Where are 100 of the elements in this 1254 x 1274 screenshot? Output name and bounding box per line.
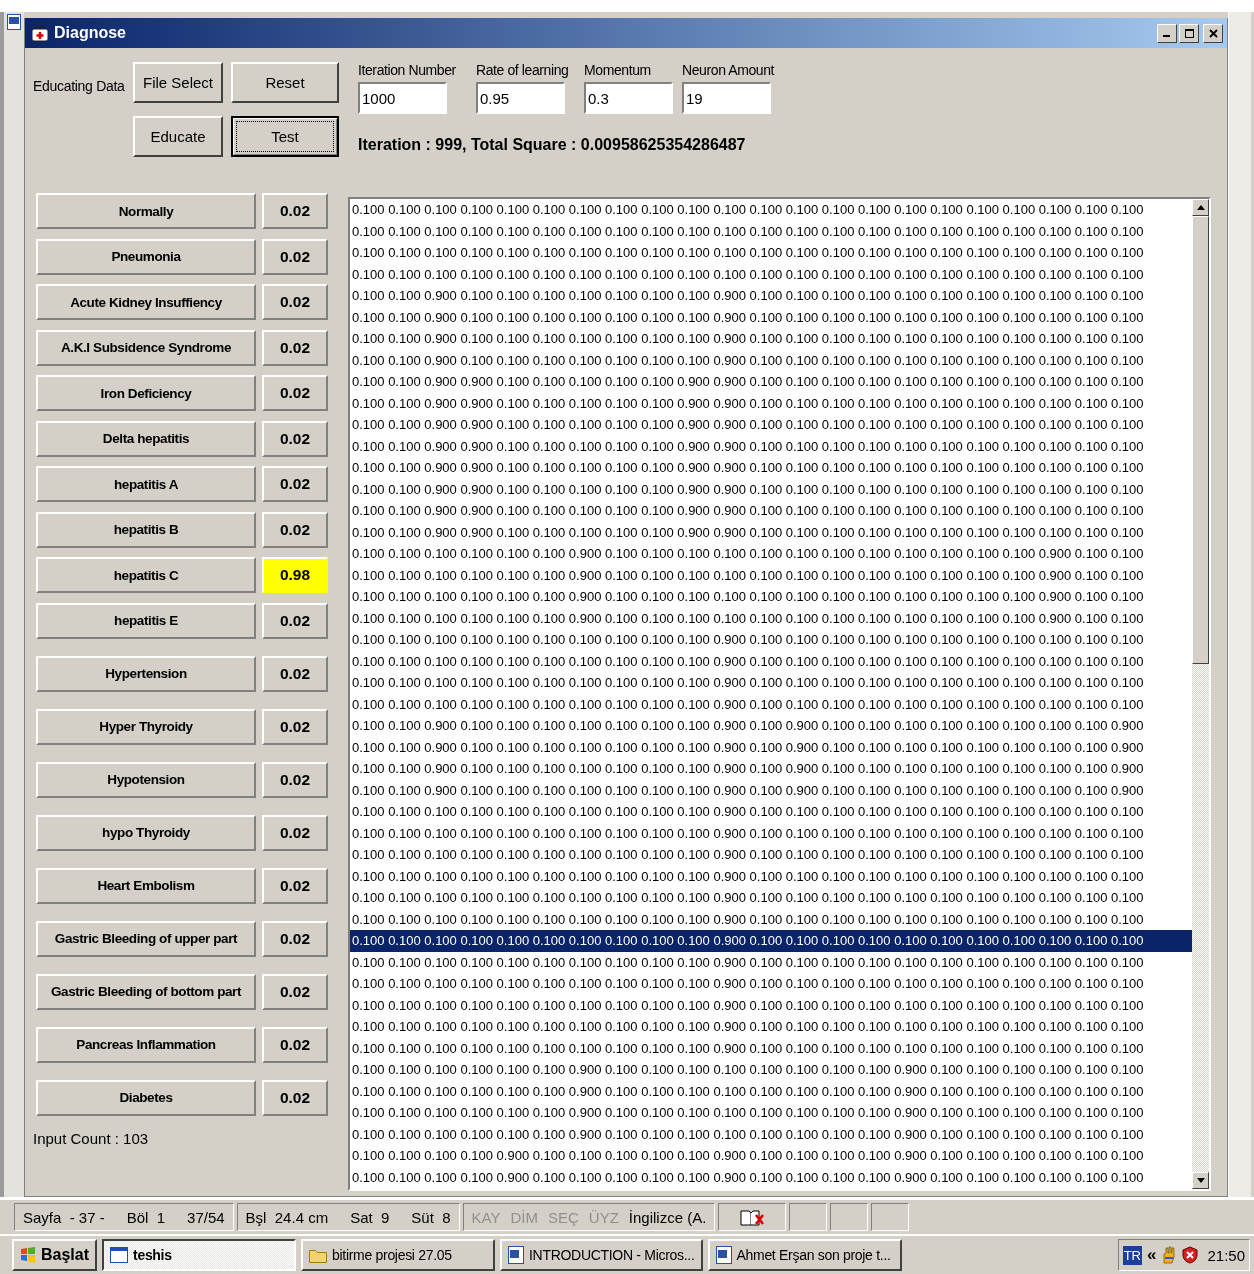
list-row[interactable]: 0.100 0.100 0.900 0.900 0.100 0.100 0.100 0.100 0.100 0.900 0.900 0.100 0.100 0.100 0.100 0.100 0.100 0.100 0.100 0.100 0.100 0.100 <box>350 435 1192 457</box>
list-row[interactable]: 0.100 0.100 0.100 0.100 0.100 0.100 0.100 0.100 0.100 0.100 0.900 0.100 0.100 0.100 0.100 0.100 0.100 0.100 0.100 0.100 0.100 0.100 <box>350 973 1192 995</box>
status-text: KAY <box>471 1208 501 1226</box>
diagnosis-button[interactable]: hypo Thyroidy <box>36 814 256 851</box>
list-row[interactable]: 0.100 0.100 0.900 0.900 0.100 0.100 0.100 0.100 0.100 0.900 0.900 0.100 0.100 0.100 0.100 0.100 0.100 0.100 0.100 0.100 0.100 0.100 <box>350 414 1192 436</box>
language-indicator[interactable]: TR <box>1122 1245 1142 1265</box>
input-field[interactable]: 0.95 <box>476 82 565 114</box>
list-row[interactable]: 0.100 0.100 0.100 0.100 0.100 0.100 0.100 0.100 0.100 0.100 0.100 0.100 0.100 0.100 0.100 0.100 0.100 0.100 0.100 0.100 0.100 0.100 <box>350 220 1192 242</box>
list-row[interactable]: 0.100 0.100 0.100 0.100 0.100 0.100 0.100 0.100 0.100 0.100 0.900 0.100 0.100 0.100 0.100 0.100 0.100 0.100 0.100 0.100 0.100 0.100 <box>350 951 1192 973</box>
list-row[interactable]: 0.100 0.100 0.100 0.100 0.100 0.100 0.900 0.100 0.100 0.100 0.100 0.100 0.100 0.100 0.100 0.100 0.100 0.100 0.100 0.900 0.100 0.100 <box>350 607 1192 629</box>
list-row[interactable]: 0.100 0.100 0.100 0.100 0.100 0.100 0.100 0.100 0.100 0.100 0.100 0.100 0.100 0.100 0.100 0.100 0.100 0.100 0.100 0.100 0.100 0.100 <box>350 242 1192 264</box>
medical-bag-icon <box>31 24 49 42</box>
input-field[interactable]: 0.3 <box>584 82 673 114</box>
list-row[interactable]: 0.100 0.100 0.100 0.100 0.100 0.100 0.100 0.100 0.100 0.100 0.900 0.100 0.100 0.100 0.100 0.100 0.100 0.100 0.100 0.100 0.100 0.100 <box>350 650 1192 672</box>
diagnosis-button[interactable]: Heart Embolism <box>36 867 256 904</box>
list-row[interactable]: 0.100 0.100 0.100 0.100 0.100 0.100 0.100 0.100 0.100 0.100 0.900 0.100 0.100 0.100 0.100 0.100 0.100 0.100 0.100 0.100 0.100 0.100 <box>350 994 1192 1016</box>
list-row[interactable]: 0.100 0.100 0.100 0.100 0.100 0.100 0.100 0.100 0.100 0.100 0.900 0.100 0.100 0.100 0.100 0.100 0.100 0.100 0.100 0.100 0.100 0.100 <box>350 822 1192 844</box>
input-field[interactable]: 19 <box>682 82 771 114</box>
minimize-button[interactable] <box>1157 23 1177 43</box>
list-row[interactable]: 0.100 0.100 0.100 0.100 0.100 0.100 0.900 0.100 0.100 0.100 0.100 0.100 0.100 0.100 0.100 0.900 0.100 0.100 0.100 0.100 0.100 0.100 <box>350 1102 1192 1124</box>
list-row[interactable]: 0.100 0.100 0.900 0.100 0.100 0.100 0.100 0.100 0.100 0.100 0.900 0.100 0.900 0.100 0.100 0.100 0.100 0.100 0.100 0.100 0.100 0.900 <box>350 758 1192 780</box>
list-row[interactable]: 0.100 0.100 0.100 0.100 0.100 0.100 0.100 0.100 0.100 0.100 0.100 0.100 0.100 0.100 0.100 0.100 0.100 0.100 0.100 0.100 0.100 0.100 <box>350 263 1192 285</box>
list-row[interactable]: 0.100 0.100 0.900 0.900 0.100 0.100 0.100 0.100 0.100 0.900 0.900 0.100 0.100 0.100 0.100 0.100 0.100 0.100 0.100 0.100 0.100 0.100 <box>350 392 1192 414</box>
list-row[interactable]: 0.100 0.100 0.100 0.100 0.900 0.100 0.100 0.100 0.100 0.100 0.900 0.100 0.100 0.100 0.100 0.900 0.100 0.100 0.100 0.100 0.100 0.100 <box>350 1166 1192 1188</box>
list-row[interactable]: 0.100 0.100 0.900 0.100 0.100 0.100 0.100 0.100 0.100 0.100 0.900 0.100 0.100 0.100 0.100 0.100 0.100 0.100 0.100 0.100 0.100 0.100 <box>350 328 1192 350</box>
list-row[interactable]: 0.100 0.100 0.100 0.100 0.100 0.100 0.900 0.100 0.100 0.100 0.100 0.100 0.100 0.100 0.100 0.100 0.100 0.100 0.100 0.900 0.100 0.100 <box>350 586 1192 608</box>
status-text: Sat 9 <box>350 1208 390 1226</box>
probability-value: 0.02 <box>262 238 328 275</box>
diagnosis-button[interactable]: A.K.I Subsidence Syndrome <box>36 329 256 366</box>
action-button[interactable]: Educate <box>133 116 223 157</box>
list-row[interactable]: 0.100 0.100 0.900 0.100 0.100 0.100 0.100 0.100 0.100 0.100 0.900 0.100 0.900 0.100 0.100 0.100 0.100 0.100 0.100 0.100 0.100 0.900 <box>350 736 1192 758</box>
diagnosis-button[interactable]: Gastric Bleeding of upper part <box>36 920 256 957</box>
hand-icon[interactable] <box>1161 1246 1178 1264</box>
diagnosis-button[interactable]: Hypertension <box>36 655 256 692</box>
taskbar-button[interactable]: teshis <box>102 1239 297 1271</box>
action-button[interactable]: File Select <box>133 62 223 103</box>
status-text: DİM <box>510 1208 538 1226</box>
diagnosis-button[interactable]: Normally <box>36 193 256 229</box>
list-row[interactable]: 0.100 0.100 0.900 0.100 0.100 0.100 0.100 0.100 0.100 0.100 0.900 0.100 0.900 0.100 0.100 0.100 0.100 0.100 0.100 0.100 0.100 0.900 <box>350 715 1192 737</box>
diagnosis-button[interactable]: Diabetes <box>36 1079 256 1116</box>
start-button[interactable]: Başlat <box>12 1239 98 1271</box>
expand-tray-button[interactable]: « <box>1147 1245 1157 1265</box>
list-row[interactable]: 0.100 0.100 0.100 0.100 0.100 0.100 0.100 0.100 0.100 0.100 0.900 0.100 0.100 0.100 0.100 0.100 0.100 0.100 0.100 0.100 0.100 0.100 <box>350 801 1192 823</box>
list-row[interactable]: 0.100 0.100 0.100 0.100 0.100 0.100 0.100 0.100 0.100 0.100 0.900 0.100 0.100 0.100 0.100 0.100 0.100 0.100 0.100 0.100 0.100 0.100 <box>350 672 1192 694</box>
diagnosis-button[interactable]: Hypotension <box>36 761 256 798</box>
list-row[interactable]: 0.100 0.100 0.100 0.100 0.100 0.100 0.100 0.100 0.100 0.100 0.900 0.100 0.100 0.100 0.100 0.100 0.100 0.100 0.100 0.100 0.100 0.100 <box>350 1016 1192 1038</box>
taskbar-button[interactable]: bitirme projesi 27.05 <box>301 1239 496 1271</box>
list-row[interactable]: 0.100 0.100 0.900 0.900 0.100 0.100 0.100 0.100 0.100 0.900 0.900 0.100 0.100 0.100 0.100 0.100 0.100 0.100 0.100 0.100 0.100 0.100 <box>350 521 1192 543</box>
close-button[interactable] <box>1203 23 1223 43</box>
list-row[interactable]: 0.100 0.100 0.100 0.100 0.100 0.100 0.900 0.100 0.100 0.100 0.100 0.100 0.100 0.100 0.100 0.900 0.100 0.100 0.100 0.100 0.100 0.100 <box>350 1059 1192 1081</box>
list-row[interactable]: 0.100 0.100 0.900 0.900 0.100 0.100 0.100 0.100 0.100 0.900 0.900 0.100 0.100 0.100 0.100 0.100 0.100 0.100 0.100 0.100 0.100 0.100 <box>350 371 1192 393</box>
list-row[interactable]: 0.100 0.100 0.900 0.100 0.100 0.100 0.100 0.100 0.100 0.100 0.900 0.100 0.100 0.100 0.100 0.100 0.100 0.100 0.100 0.100 0.100 0.100 <box>350 285 1192 307</box>
list-row[interactable]: 0.100 0.100 0.100 0.100 0.100 0.100 0.900 0.100 0.100 0.100 0.100 0.100 0.100 0.100 0.100 0.900 0.100 0.100 0.100 0.100 0.100 0.100 <box>350 1080 1192 1102</box>
vertical-scrollbar[interactable] <box>1192 199 1209 1189</box>
action-button[interactable]: Test <box>231 116 339 157</box>
maximize-button[interactable] <box>1179 23 1199 43</box>
status-pane <box>789 1203 828 1231</box>
diagnosis-button[interactable]: hepatitis A <box>36 466 256 502</box>
list-row[interactable]: 0.100 0.100 0.900 0.100 0.100 0.100 0.100 0.100 0.100 0.100 0.900 0.100 0.100 0.100 0.100 0.100 0.100 0.100 0.100 0.100 0.100 0.100 <box>350 349 1192 371</box>
diagnosis-button[interactable]: Delta hepatitis <box>36 420 256 457</box>
list-row[interactable]: 0.100 0.100 0.100 0.100 0.100 0.100 0.100 0.100 0.100 0.100 0.100 0.100 0.100 0.100 0.100 0.100 0.100 0.100 0.100 0.100 0.100 0.100 <box>350 199 1192 221</box>
action-button[interactable]: Reset <box>231 62 339 103</box>
diagnosis-button[interactable]: Pancreas Inflammation <box>36 1026 256 1063</box>
list-row[interactable]: 0.100 0.100 0.100 0.100 0.100 0.100 0.100 0.100 0.100 0.100 0.900 0.100 0.100 0.100 0.100 0.100 0.100 0.100 0.100 0.100 0.100 0.100 <box>350 844 1192 866</box>
list-row[interactable]: 0.100 0.100 0.100 0.100 0.100 0.100 0.900 0.100 0.100 0.100 0.100 0.100 0.100 0.100 0.100 0.900 0.100 0.100 0.100 0.100 0.100 0.100 <box>350 1123 1192 1145</box>
shield-icon[interactable] <box>1182 1246 1199 1264</box>
diagnosis-button[interactable]: Acute Kidney Insuffiency <box>36 284 256 320</box>
list-row[interactable]: 0.100 0.100 0.100 0.100 0.100 0.100 0.900 0.100 0.100 0.100 0.100 0.100 0.100 0.100 0.100 0.100 0.100 0.100 0.100 0.900 0.100 0.100 <box>350 564 1192 586</box>
list-row[interactable]: 0.100 0.100 0.100 0.100 0.100 0.100 0.100 0.100 0.100 0.100 0.900 0.100 0.100 0.100 0.100 0.100 0.100 0.100 0.100 0.100 0.100 0.100 <box>350 930 1192 952</box>
list-row[interactable]: 0.100 0.100 0.900 0.900 0.100 0.100 0.100 0.100 0.100 0.900 0.900 0.100 0.100 0.100 0.100 0.100 0.100 0.100 0.100 0.100 0.100 0.100 <box>350 500 1192 522</box>
scroll-thumb[interactable] <box>1192 216 1209 664</box>
list-row[interactable]: 0.100 0.100 0.100 0.100 0.100 0.100 0.100 0.100 0.100 0.100 0.900 0.100 0.100 0.100 0.100 0.100 0.100 0.100 0.100 0.100 0.100 0.100 <box>350 629 1192 651</box>
scroll-down-button[interactable] <box>1192 1172 1209 1189</box>
diagnosis-button[interactable]: Iron Deficiency <box>36 375 256 411</box>
list-row[interactable]: 0.100 0.100 0.100 0.100 0.900 0.100 0.100 0.100 0.100 0.100 0.900 0.100 0.100 0.100 0.100 0.900 0.100 0.100 0.100 0.100 0.100 0.100 <box>350 1145 1192 1167</box>
diagnosis-button[interactable]: Gastric Bleeding of bottom part <box>36 973 256 1010</box>
list-row[interactable]: 0.100 0.100 0.900 0.900 0.100 0.100 0.100 0.100 0.100 0.900 0.900 0.100 0.100 0.100 0.100 0.100 0.100 0.100 0.100 0.100 0.100 0.100 <box>350 457 1192 479</box>
input-field[interactable]: 1000 <box>358 82 447 114</box>
diagnosis-button[interactable]: Pneumonia <box>36 238 256 275</box>
list-row[interactable]: 0.100 0.100 0.100 0.100 0.100 0.100 0.100 0.100 0.100 0.100 0.900 0.100 0.100 0.100 0.100 0.100 0.100 0.100 0.100 0.100 0.100 0.100 <box>350 865 1192 887</box>
status-text: İngilizce (A. <box>628 1208 707 1226</box>
diagnosis-button[interactable]: Hyper Thyroidy <box>36 708 256 745</box>
document-icon[interactable] <box>7 14 21 30</box>
list-row[interactable]: 0.100 0.100 0.100 0.100 0.100 0.100 0.100 0.100 0.100 0.100 0.900 0.100 0.100 0.100 0.100 0.100 0.100 0.100 0.100 0.100 0.100 0.100 <box>350 908 1192 930</box>
down-arrow-icon <box>1196 1178 1205 1183</box>
list-row[interactable]: 0.100 0.100 0.100 0.100 0.100 0.100 0.100 0.100 0.100 0.100 0.900 0.100 0.100 0.100 0.100 0.100 0.100 0.100 0.100 0.100 0.100 0.100 <box>350 887 1192 909</box>
diagnosis-button[interactable]: hepatitis C <box>36 557 256 593</box>
scroll-up-button[interactable] <box>1192 199 1209 216</box>
diagnosis-button[interactable]: hepatitis E <box>36 602 256 639</box>
probability-value: 0.98 <box>262 557 328 593</box>
diagnosis-button[interactable]: hepatitis B <box>36 511 256 548</box>
list-row[interactable]: 0.100 0.100 0.100 0.100 0.100 0.100 0.100 0.100 0.100 0.100 0.900 0.100 0.100 0.100 0.100 0.100 0.100 0.100 0.100 0.100 0.100 0.100 <box>350 1037 1192 1059</box>
list-row[interactable]: 0.100 0.100 0.900 0.100 0.100 0.100 0.100 0.100 0.100 0.100 0.900 0.100 0.900 0.100 0.100 0.100 0.100 0.100 0.100 0.100 0.100 0.900 <box>350 779 1192 801</box>
taskbar-button[interactable]: INTRODUCTION - Micros... <box>500 1239 703 1271</box>
list-row[interactable]: 0.100 0.100 0.900 0.100 0.100 0.100 0.100 0.100 0.100 0.100 0.900 0.100 0.100 0.100 0.100 0.100 0.100 0.100 0.100 0.100 0.100 0.100 <box>350 306 1192 328</box>
probability-value: 0.02 <box>262 420 328 457</box>
taskbar-button[interactable]: Ahmet Erşan son proje t... <box>707 1239 902 1271</box>
list-row[interactable]: 0.100 0.100 0.100 0.100 0.100 0.100 0.900 0.100 0.100 0.100 0.100 0.100 0.100 0.100 0.100 0.100 0.100 0.100 0.100 0.900 0.100 0.100 <box>350 543 1192 565</box>
list-row[interactable]: 0.100 0.100 0.900 0.900 0.100 0.100 0.100 0.100 0.100 0.900 0.900 0.100 0.100 0.100 0.100 0.100 0.100 0.100 0.100 0.100 0.100 0.100 <box>350 478 1192 500</box>
list-row[interactable]: 0.100 0.100 0.100 0.100 0.100 0.100 0.100 0.100 0.100 0.100 0.900 0.100 0.100 0.100 0.100 0.100 0.100 0.100 0.100 0.100 0.100 0.100 <box>350 693 1192 715</box>
